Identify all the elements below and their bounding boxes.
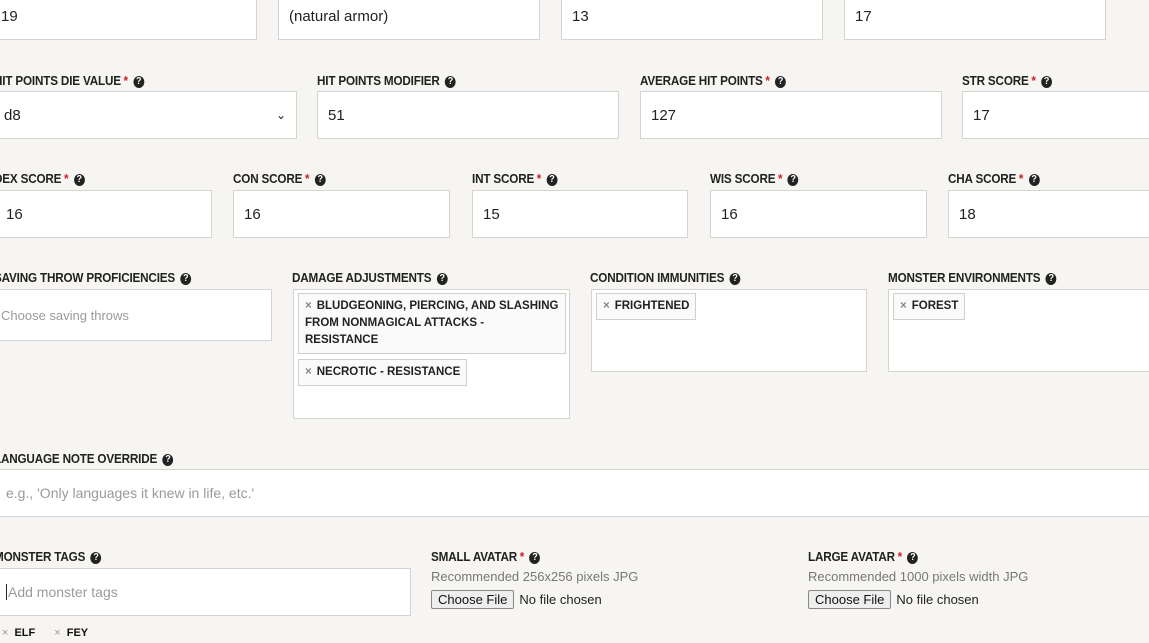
language-note-label: LANGUAGE NOTE OVERRIDE? (0, 451, 174, 466)
avg-hp-input[interactable]: 127 (640, 91, 942, 139)
field-input[interactable]: 19 (0, 0, 257, 40)
field-input[interactable]: 13 (561, 0, 823, 40)
saving-throws-select[interactable]: Choose saving throws (0, 289, 272, 341)
str-label: STR SCORE *? (962, 73, 1052, 88)
small-avatar-file: Choose File No file chosen (431, 590, 602, 609)
value: 16 (721, 205, 738, 223)
damage-adjustments-select[interactable]: × BLUDGEONING, PIERCING, AND SLASHING FRO… (293, 289, 570, 419)
value: (natural armor) (289, 7, 389, 25)
value: 16 (244, 205, 261, 223)
help-icon[interactable]: ? (90, 552, 102, 564)
hit-die-select[interactable]: d8 ⌄ (0, 91, 297, 139)
armor-type-input[interactable]: (natural armor) (278, 0, 540, 40)
hit-die-label: HIT POINTS DIE VALUE *? (0, 73, 145, 88)
placeholder: e.g., 'Only languages it knew in life, e… (6, 485, 255, 501)
value: 13 (572, 7, 589, 25)
remove-icon[interactable]: × (305, 366, 312, 378)
chevron-down-icon: ⌄ (275, 108, 286, 122)
placeholder: Choose saving throws (1, 307, 129, 323)
help-icon[interactable]: ? (1028, 174, 1040, 186)
value: 17 (973, 106, 990, 124)
file-status: No file chosen (519, 592, 602, 607)
con-input[interactable]: 16 (233, 190, 450, 238)
choose-file-button[interactable]: Choose File (808, 590, 892, 609)
value: 17 (855, 7, 872, 25)
condition-immunities-select[interactable]: × FRIGHTENED (591, 289, 867, 372)
help-icon[interactable]: ? (436, 273, 448, 285)
field-input[interactable]: 17 (844, 0, 1106, 40)
value: 51 (328, 106, 345, 124)
file-status: No file chosen (896, 592, 979, 607)
damage-adjustments-label: DAMAGE ADJUSTMENTS? (292, 270, 448, 285)
tag: × BLUDGEONING, PIERCING, AND SLASHING FRO… (298, 293, 566, 354)
environments-select[interactable]: × FOREST (888, 289, 1149, 372)
small-avatar-label: SMALL AVATAR *? (431, 549, 541, 564)
wis-input[interactable]: 16 (710, 190, 927, 238)
tag: × NECROTIC - RESISTANCE (298, 359, 468, 386)
help-icon[interactable]: ? (445, 76, 456, 88)
value: 18 (959, 205, 976, 223)
placeholder: Add monster tags (8, 584, 118, 600)
large-avatar-file: Choose File No file chosen (808, 590, 979, 609)
help-icon[interactable]: ? (162, 454, 174, 466)
value: d8 (4, 106, 21, 124)
value: 15 (483, 205, 500, 223)
monster-tags-label: MONSTER TAGS? (0, 549, 102, 564)
value: 16 (6, 205, 23, 223)
str-input[interactable]: 17 (962, 91, 1149, 139)
remove-icon[interactable]: × (54, 627, 60, 639)
help-icon[interactable]: ? (907, 552, 919, 564)
condition-immunities-label: CONDITION IMMUNITIES? (590, 270, 741, 285)
help-icon[interactable]: ? (180, 273, 192, 285)
large-avatar-label: LARGE AVATAR *? (808, 549, 919, 564)
int-input[interactable]: 15 (472, 190, 688, 238)
environments-label: MONSTER ENVIRONMENTS? (888, 270, 1057, 285)
dex-input[interactable]: 16 (0, 190, 212, 238)
help-icon[interactable]: ? (529, 552, 541, 564)
remove-icon[interactable]: × (900, 300, 907, 312)
remove-icon[interactable]: × (2, 627, 8, 639)
value: 19 (1, 7, 18, 25)
tag: × FEY (54, 627, 89, 639)
int-label: INT SCORE *? (472, 171, 558, 186)
value: 127 (651, 106, 677, 124)
tag: × ELF (2, 627, 36, 639)
avg-hp-label: AVERAGE HIT POINTS *? (640, 73, 786, 88)
help-icon[interactable]: ? (729, 273, 741, 285)
help-icon[interactable]: ? (546, 174, 558, 186)
tag-list: × ELF × FEY (2, 627, 88, 639)
cha-label: CHA SCORE *? (948, 171, 1040, 186)
tag: × FOREST (893, 293, 966, 320)
con-label: CON SCORE *? (233, 171, 326, 186)
cha-input[interactable]: 18 (948, 190, 1149, 238)
tag: × FRIGHTENED (596, 293, 697, 320)
help-icon[interactable]: ? (73, 174, 85, 186)
choose-file-button[interactable]: Choose File (431, 590, 515, 609)
help-icon[interactable]: ? (1041, 76, 1052, 88)
monster-tags-input[interactable]: Add monster tags (0, 568, 411, 616)
language-note-input[interactable]: e.g., 'Only languages it knew in life, e… (0, 469, 1149, 517)
help-icon[interactable]: ? (314, 174, 326, 186)
help-icon[interactable]: ? (1045, 273, 1057, 285)
hp-modifier-label: HIT POINTS MODIFIER? (317, 73, 456, 88)
remove-icon[interactable]: × (305, 300, 312, 312)
small-avatar-hint: Recommended 256x256 pixels JPG (431, 569, 639, 584)
hp-modifier-input[interactable]: 51 (317, 91, 619, 139)
remove-icon[interactable]: × (603, 300, 610, 312)
wis-label: WIS SCORE *? (710, 171, 799, 186)
help-icon[interactable]: ? (787, 174, 799, 186)
large-avatar-hint: Recommended 1000 pixels width JPG (808, 569, 1029, 584)
help-icon[interactable]: ? (775, 76, 786, 88)
dex-label: DEX SCORE *? (0, 171, 85, 186)
help-icon[interactable]: ? (133, 76, 145, 88)
saving-throws-label: SAVING THROW PROFICIENCIES? (0, 270, 192, 285)
